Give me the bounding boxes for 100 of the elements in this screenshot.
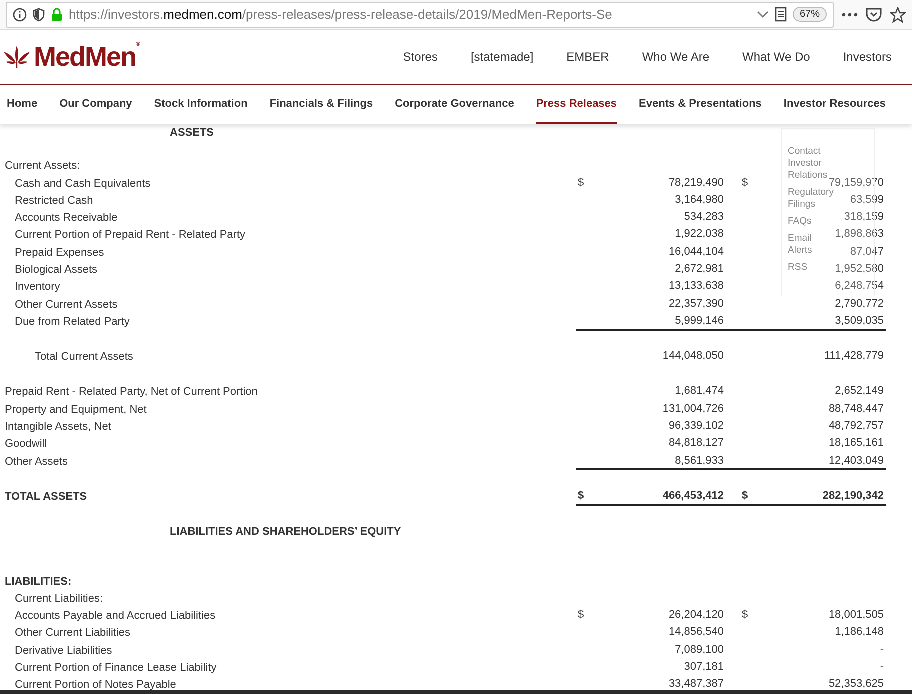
leaf-icon[interactable] <box>4 46 30 68</box>
row-label: Current Portion of Finance Lease Liability <box>14 662 218 674</box>
row-label: Inventory <box>14 281 62 294</box>
row-label: TOTAL ASSETS <box>4 490 88 503</box>
row-label: Goodwill <box>4 438 48 450</box>
amount: 131,004,726 <box>662 402 724 415</box>
amount: 1,681,474 <box>675 385 724 398</box>
amount: 88,748,447 <box>828 402 884 415</box>
amount: 63,599 <box>850 194 884 206</box>
row-label: Current Portion of Notes Payable <box>14 679 178 692</box>
amount: 13,133,638 <box>668 280 724 292</box>
amount: 144,048,050 <box>662 350 724 362</box>
row-label: Property and Equipment, Net <box>4 404 148 416</box>
pocket-icon[interactable] <box>866 8 882 22</box>
amount: 79,159,970 <box>828 176 884 188</box>
nav-link[interactable]: EMBER <box>556 50 632 64</box>
amount: 48,792,757 <box>828 420 884 432</box>
amount: 96,339,102 <box>668 420 724 432</box>
amount: 87,047 <box>850 246 884 258</box>
amount: 18,001,505 <box>828 609 884 622</box>
nav-link[interactable]: [statemade] <box>460 50 557 64</box>
row-label: LIABILITIES: <box>4 576 73 588</box>
section-heading: ASSETS <box>169 126 216 139</box>
row-label: Due from Related Party <box>14 316 131 328</box>
amount: 18,165,161 <box>828 437 884 450</box>
more-icon[interactable] <box>842 12 858 17</box>
amount: 466,453,412 <box>662 490 724 502</box>
currency-sign: $ <box>577 608 586 624</box>
row-label: Restricted Cash <box>14 194 94 207</box>
logo[interactable]: MedMen$^{®}$ <box>34 42 140 73</box>
currency-sign: $ <box>741 176 750 190</box>
amount: 52,353,625 <box>828 678 884 690</box>
amount: 14,856,540 <box>668 626 724 638</box>
star-icon[interactable] <box>890 6 906 23</box>
row-label: Biological Assets <box>14 264 99 276</box>
amount: 534,283 <box>684 211 724 224</box>
menu-item[interactable]: Regulatory Filings <box>788 187 838 211</box>
nav-link[interactable]: Who We Are <box>632 50 732 64</box>
amount: 307,181 <box>684 661 724 674</box>
subnav-tab[interactable]: Our Company <box>60 85 132 124</box>
row-label: Other Current Liabilities <box>14 627 132 640</box>
row-label: Current Assets: <box>4 160 82 172</box>
nav-link[interactable]: Stores <box>393 50 461 64</box>
row-label: Other Current Assets <box>14 298 119 311</box>
nav-link[interactable]: What We Do <box>732 50 834 64</box>
row-label: Accounts Payable and Accrued Liabilities <box>14 610 217 622</box>
menu-item[interactable]: RSS <box>788 262 808 274</box>
subnav-tab[interactable]: Financials & Filings <box>270 85 374 124</box>
amount: 6,248,754 <box>835 280 884 292</box>
subnav-tab[interactable]: Stock Information <box>154 85 248 124</box>
amount: 1,898,863 <box>835 228 884 240</box>
amount: 78,219,490 <box>668 176 724 188</box>
subnav-tab[interactable]: Events & Presentations <box>639 85 762 124</box>
amount: 2,790,772 <box>835 298 884 310</box>
row-label: Prepaid Rent - Related Party, Net of Current Portion <box>4 386 259 398</box>
row-label: Current Portion of Prepaid Rent - Related Party <box>14 229 247 242</box>
amount: 12,403,049 <box>828 454 884 467</box>
section-heading: LIABILITIES AND SHAREHOLDERS’ EQUITY <box>169 526 402 538</box>
chevron-down-icon[interactable] <box>756 10 769 19</box>
amount: 8,561,933 <box>675 454 724 467</box>
row-label: Prepaid Expenses <box>14 246 106 259</box>
currency-sign: $ <box>577 176 586 190</box>
amount: 7,089,100 <box>675 644 724 656</box>
amount: 84,818,127 <box>668 437 724 450</box>
amount: 5,999,146 <box>675 314 724 327</box>
subnav-tab[interactable]: Press Releases <box>536 85 618 124</box>
subnav-tab[interactable]: Home <box>7 85 38 124</box>
amount: 2,652,149 <box>835 385 884 398</box>
amount: 1,922,038 <box>675 228 724 240</box>
amount: 3,509,035 <box>835 314 884 327</box>
row-label: Intangible Assets, Net <box>4 421 112 434</box>
amount: 1,952,580 <box>835 262 884 275</box>
menu-item[interactable]: FAQs <box>788 216 812 228</box>
shield-icon[interactable] <box>33 8 45 22</box>
menu-item[interactable]: Email Alerts <box>788 233 838 257</box>
amount: 111,428,779 <box>824 350 884 362</box>
amount: 3,164,980 <box>675 194 724 206</box>
currency-sign: $ <box>741 608 750 624</box>
amount: 26,204,120 <box>668 609 724 622</box>
amount: 1,186,148 <box>835 626 884 638</box>
info-icon[interactable] <box>13 8 27 22</box>
amount: - <box>880 661 884 674</box>
row-label: Other Assets <box>4 456 69 468</box>
currency-sign: $ <box>726 488 756 506</box>
amount: 318,159 <box>844 211 884 224</box>
row-label: Current Liabilities: <box>14 592 104 605</box>
row-label: Total Current Assets <box>34 351 134 364</box>
subnav-tab[interactable]: Corporate Governance <box>395 85 514 124</box>
row-label: Derivative Liabilities <box>14 644 114 657</box>
nav-link[interactable]: Investors <box>833 50 912 64</box>
zoom-level[interactable]: 67% <box>792 7 827 22</box>
lock-icon <box>51 8 63 22</box>
amount: - <box>880 644 884 656</box>
row-label: Cash and Cash Equivalents <box>14 178 152 190</box>
reader-view-icon[interactable] <box>774 7 787 22</box>
currency-sign: $ <box>576 488 606 506</box>
amount: 2,672,981 <box>675 262 724 275</box>
amount: 16,044,104 <box>668 246 724 258</box>
url-text[interactable]: https://investors.medmen.com/press-releases/press-release-details/2019/MedMen-Reports-Se <box>69 7 751 22</box>
subnav-tab[interactable]: Investor Resources <box>784 85 886 124</box>
